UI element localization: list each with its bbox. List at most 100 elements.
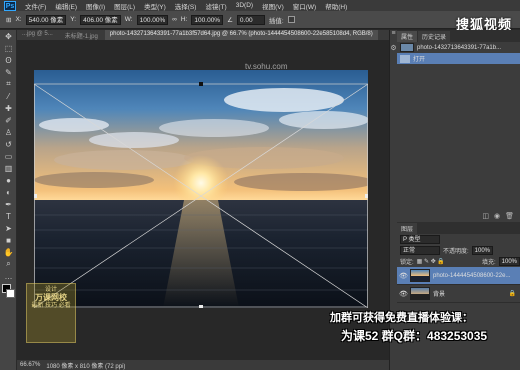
stamp-icon[interactable]: ♙	[0, 126, 17, 138]
layer-name: 背景	[433, 292, 446, 298]
zoom-level[interactable]: 66.67%	[20, 362, 40, 368]
pen-icon[interactable]: ✒	[0, 198, 17, 210]
layers-tabs: 图层	[397, 222, 520, 234]
x-field[interactable]: 540.00 像素	[25, 14, 67, 25]
transform-icon[interactable]: ⊞	[6, 16, 11, 24]
promo-line-1: 加群可获得免费直播体验课：	[330, 312, 473, 324]
hand-icon[interactable]: ✋	[0, 246, 17, 258]
layer-thumbnail	[410, 287, 430, 300]
badge-line-3: 最新 技巧 必看	[31, 303, 71, 309]
interpolation-checkbox[interactable]	[287, 16, 295, 23]
blend-mode-select[interactable]: 正常	[400, 246, 440, 255]
photo-image	[34, 70, 368, 308]
lock-icons[interactable]: ▦ ✎ ✥ 🔒	[417, 258, 479, 265]
eye-icon[interactable]: 👁	[399, 272, 408, 280]
history-snapshot[interactable]: photo-1432713643391-77a1b...	[397, 42, 520, 53]
eyedropper-icon[interactable]: ⁄	[0, 90, 17, 102]
shape-icon[interactable]: ■	[0, 234, 17, 246]
history-brush-icon[interactable]: ↺	[0, 138, 17, 150]
lock-label: 锁定:	[400, 260, 414, 266]
menu-edit[interactable]: 编辑(E)	[55, 1, 77, 11]
lock-icon: 🔒	[508, 291, 516, 297]
healing-icon[interactable]: ✚	[0, 102, 17, 114]
tab-doc-1[interactable]: ...jpg @ 5...	[17, 30, 58, 40]
history-footer: ◫ ◉ 🗑	[397, 212, 520, 222]
h-label: H:	[180, 16, 188, 23]
menu-image[interactable]: 图像(I)	[86, 1, 105, 11]
sunset-ocean-photo[interactable]	[34, 70, 368, 308]
color-swatches[interactable]	[0, 282, 16, 304]
promo-line-2: 为课52 群Q群：483253035	[341, 329, 488, 343]
tab-doc-2[interactable]: 未标题-1.jpg	[59, 30, 103, 40]
background-color[interactable]	[6, 289, 15, 298]
menu-type[interactable]: 类型(Y)	[144, 1, 166, 11]
menu-select[interactable]: 选择(S)	[175, 1, 197, 11]
layer-filter-select[interactable]: P 类型	[400, 235, 440, 244]
photoshop-logo: Ps	[4, 0, 16, 11]
tab-history[interactable]: 历史记录	[418, 31, 451, 42]
status-bar: 66.67% 1080 像素 x 810 像素 (72 ppi)	[17, 360, 389, 370]
crop-icon[interactable]: ⌗	[0, 78, 17, 90]
dodge-icon[interactable]: ◐	[0, 186, 17, 198]
menu-help[interactable]: 帮助(H)	[325, 1, 347, 11]
zoom-icon[interactable]: ⌕	[0, 258, 17, 270]
properties-panel-icon[interactable]: ⚙	[390, 44, 397, 58]
menu-bar: Ps 文件(F) 编辑(E) 图像(I) 图层(L) 类型(Y) 选择(S) 滤…	[0, 0, 520, 11]
tab-doc-active[interactable]: photo-1432713643391-77a1b3f57d64.jpg @ 6…	[104, 30, 378, 40]
gradient-icon[interactable]: ▥	[0, 162, 17, 174]
layer-thumbnail	[410, 269, 430, 282]
history-item-label: photo-1432713643391-77a1b...	[417, 44, 502, 51]
fill-field[interactable]: 100%	[498, 257, 520, 266]
type-icon[interactable]: T	[0, 210, 17, 222]
history-item-open[interactable]: 打开	[397, 53, 520, 64]
quick-select-icon[interactable]: ✎	[0, 66, 17, 78]
camera-icon[interactable]: ◉	[494, 212, 500, 222]
menu-window[interactable]: 窗口(W)	[293, 1, 316, 11]
blur-icon[interactable]: ●	[0, 174, 17, 186]
menu-file[interactable]: 文件(F)	[25, 1, 46, 11]
fill-label: 填充:	[481, 260, 496, 266]
angle-field[interactable]: 0.00	[236, 14, 265, 25]
marquee-icon[interactable]: ⬚	[0, 42, 17, 54]
w-label: W:	[124, 16, 133, 23]
history-state-icon	[400, 54, 410, 63]
lock-row: 锁定: ▦ ✎ ✥ 🔒 填充: 100%	[397, 256, 520, 267]
menu-layer[interactable]: 图层(L)	[114, 1, 135, 11]
layer-name: photo-1444454508600-22e...	[433, 272, 511, 279]
menu-filter[interactable]: 滤镜(T)	[205, 1, 226, 11]
link-icon[interactable]: ∞	[172, 16, 177, 23]
h-field[interactable]: 100.00%	[191, 14, 224, 25]
tools-panel: ✥ ⬚ ʘ ✎ ⌗ ⁄ ✚ ✐ ♙ ↺ ▭ ▥ ● ◐ ✒ T ➤ ■ ✋ ⌕ …	[0, 30, 17, 370]
y-label: Y:	[70, 16, 77, 23]
interpolation-label: 插值:	[268, 17, 284, 25]
tab-layers[interactable]: 图层	[397, 223, 418, 234]
layer-row-photo[interactable]: 👁 photo-1444454508600-22e...	[397, 267, 520, 285]
opacity-field[interactable]: 100%	[471, 246, 494, 255]
history-panel-icon[interactable]: ≡	[390, 30, 397, 44]
snapshot-thumbnail	[400, 43, 414, 52]
badge-line-2: 万课网校	[35, 293, 67, 302]
brush-icon[interactable]: ✐	[0, 114, 17, 126]
new-snapshot-icon[interactable]: ◫	[482, 212, 489, 222]
history-empty-area	[397, 64, 520, 212]
trash-icon[interactable]: 🗑	[505, 212, 514, 222]
eraser-icon[interactable]: ▭	[0, 150, 17, 162]
history-item-label: 打开	[413, 57, 426, 63]
menu-3d[interactable]: 3D(D)	[236, 2, 253, 9]
layer-row-background[interactable]: 👁 背景 🔒	[397, 285, 520, 303]
document-size: 1080 像素 x 810 像素 (72 ppi)	[46, 363, 126, 370]
move-icon[interactable]: ✥	[0, 30, 17, 42]
angle-icon: ∠	[227, 16, 233, 24]
eye-icon[interactable]: 👁	[399, 290, 408, 298]
history-tabs: 属性 历史记录	[397, 30, 520, 42]
more-tools-icon[interactable]: …	[0, 270, 17, 282]
tab-properties[interactable]: 属性	[397, 31, 418, 42]
path-select-icon[interactable]: ➤	[0, 222, 17, 234]
x-label: X:	[15, 16, 22, 23]
menu-view[interactable]: 视图(V)	[262, 1, 284, 11]
blend-row: 正常 不透明度: 100%	[397, 245, 520, 256]
lasso-icon[interactable]: ʘ	[0, 54, 17, 66]
w-field[interactable]: 100.00%	[136, 14, 169, 25]
y-field[interactable]: 406.00 像素	[80, 14, 121, 25]
layer-filter-row: P 类型	[397, 234, 520, 245]
